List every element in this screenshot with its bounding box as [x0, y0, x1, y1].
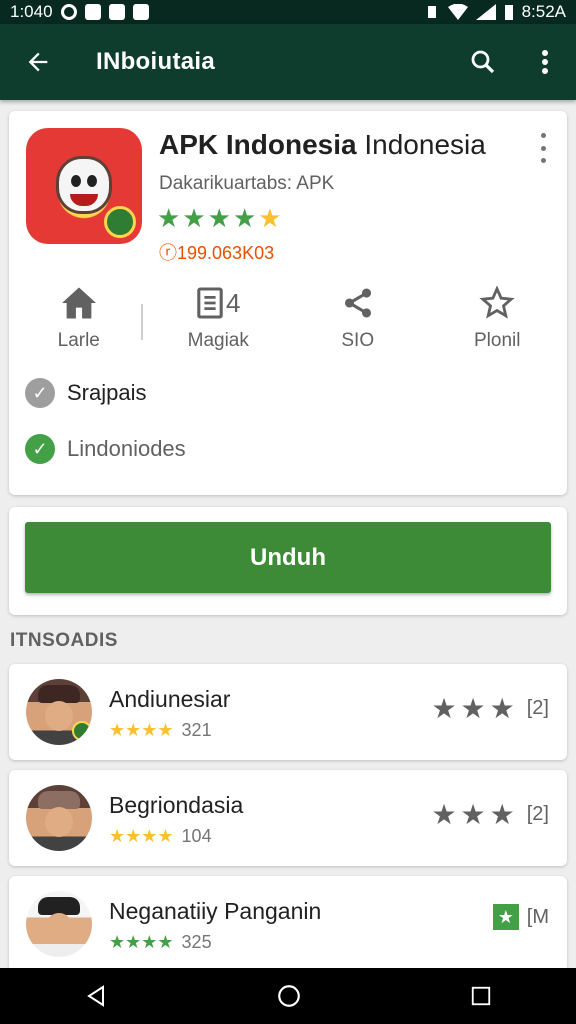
download-button[interactable]: Unduh [25, 522, 551, 593]
share-icon [344, 288, 371, 318]
status-time: 1:040 [10, 2, 53, 21]
wifi-icon [447, 4, 468, 20]
list-item-name: Begriondasia [109, 792, 244, 818]
battery-icon [504, 5, 513, 20]
list-item-rating: ★★★★ 321 [109, 720, 212, 741]
check-circle-icon: ✓ [25, 378, 55, 408]
app-more-button[interactable] [533, 133, 553, 163]
grey-stars-icon: ★★★ [431, 799, 519, 830]
app-name: APK Indonesia Indonesia [159, 129, 486, 160]
divider [141, 304, 143, 340]
signal-icon [475, 4, 496, 20]
home-nav-icon[interactable] [276, 983, 302, 1009]
list-item-right-text: [2] [526, 697, 549, 719]
app-icon [26, 128, 142, 244]
grey-stars-icon: ★★★ [431, 693, 519, 724]
app-detail-card: APK Indonesia Indonesia Dakarikuartabs: … [9, 111, 567, 495]
notification-icon [60, 4, 77, 20]
action-favorite[interactable]: Plonil [428, 286, 568, 356]
overflow-menu-button[interactable] [514, 49, 576, 75]
list-item-name: Andiunesiar [109, 686, 231, 712]
list-item-name: Neganatiiy Panganin [109, 898, 322, 924]
install-card: Unduh [9, 507, 567, 615]
rating-count: 104 [181, 826, 212, 846]
search-icon [471, 50, 495, 74]
list-item-right: ★★★ [2] [431, 798, 549, 831]
back-button[interactable] [0, 48, 76, 76]
check-label: Lindoniodes [67, 436, 186, 461]
star-icon: ★ [207, 203, 231, 233]
action-home[interactable]: Larle [9, 286, 149, 356]
list-item-rating: ★★★★ 104 [109, 826, 212, 847]
status-bar: 1:040 8:52A [0, 0, 576, 24]
list-item-right-text: [2] [526, 803, 549, 825]
list-item[interactable]: Neganatiiy Panganin ★★★★ 325 ★ [M [9, 876, 567, 972]
check-row[interactable]: ✓ Srajpais [25, 378, 146, 408]
check-row[interactable]: ✓ Lindoniodes [25, 434, 186, 464]
action-label: SIO [341, 330, 375, 351]
star-box-icon: ★ [492, 904, 519, 930]
arrow-back-icon [28, 52, 48, 72]
action-badge: 4 [226, 287, 241, 318]
rating-count: 325 [181, 932, 212, 952]
rating-stars-icon: ★★★★ [109, 826, 174, 846]
navigation-bar [0, 968, 576, 1024]
section-header: ITNSOADIS [10, 630, 118, 651]
list-item[interactable]: Begriondasia ★★★★ 104 ★★★ [2] [9, 770, 567, 866]
document-icon [197, 287, 223, 319]
star-icon: ★ [232, 203, 257, 233]
avatar [26, 785, 92, 851]
app-rating-stars: ★ ★ ★ ★ ★ [157, 205, 282, 231]
bag-icon [108, 4, 125, 20]
half-star-icon: ★ [258, 203, 282, 233]
app-notification-icon [132, 4, 149, 20]
list-item[interactable]: Andiunesiar ★★★★ 321 ★★★ [2] [9, 664, 567, 760]
more-vert-icon [542, 50, 548, 74]
avatar [26, 679, 92, 745]
message-icon [84, 4, 101, 20]
app-bar-title: INboiutaia [96, 48, 216, 75]
vibrate-icon [427, 6, 436, 18]
check-circle-icon: ✓ [25, 434, 55, 464]
list-item-right: ★★★ [2] [431, 692, 549, 725]
download-count: ⓡ199.063K03 [159, 243, 275, 263]
action-document[interactable]: 4 Magiak [149, 286, 289, 356]
action-label: Plonil [474, 330, 521, 351]
back-nav-icon[interactable] [84, 984, 108, 1008]
list-item-rating: ★★★★ 325 [109, 932, 212, 953]
rating-count: 321 [181, 720, 212, 740]
list-item-right-text: [M [526, 905, 549, 928]
star-icon: ★ [182, 203, 206, 233]
check-label: Srajpais [67, 380, 147, 405]
action-label: Larle [57, 330, 100, 351]
avatar [26, 891, 92, 957]
star-icon: ★ [157, 203, 181, 233]
app-bar: INboiutaia [0, 24, 576, 100]
recents-nav-icon[interactable] [470, 985, 492, 1007]
action-share[interactable]: SIO [288, 286, 428, 356]
status-time-right: 8:52A [521, 2, 566, 21]
action-label: Magiak [187, 330, 249, 351]
rating-stars-icon: ★★★★ [109, 932, 174, 952]
app-actions-row: Larle 4 Magiak SIO Plonil [9, 286, 567, 356]
list-item-right: ★ [M [492, 904, 549, 930]
rating-stars-icon: ★★★★ [109, 720, 174, 740]
developer-name: Dakarikuartabs: APK [159, 173, 335, 194]
search-button[interactable] [452, 47, 514, 77]
home-icon [61, 287, 96, 319]
star-outline-icon [479, 286, 515, 319]
